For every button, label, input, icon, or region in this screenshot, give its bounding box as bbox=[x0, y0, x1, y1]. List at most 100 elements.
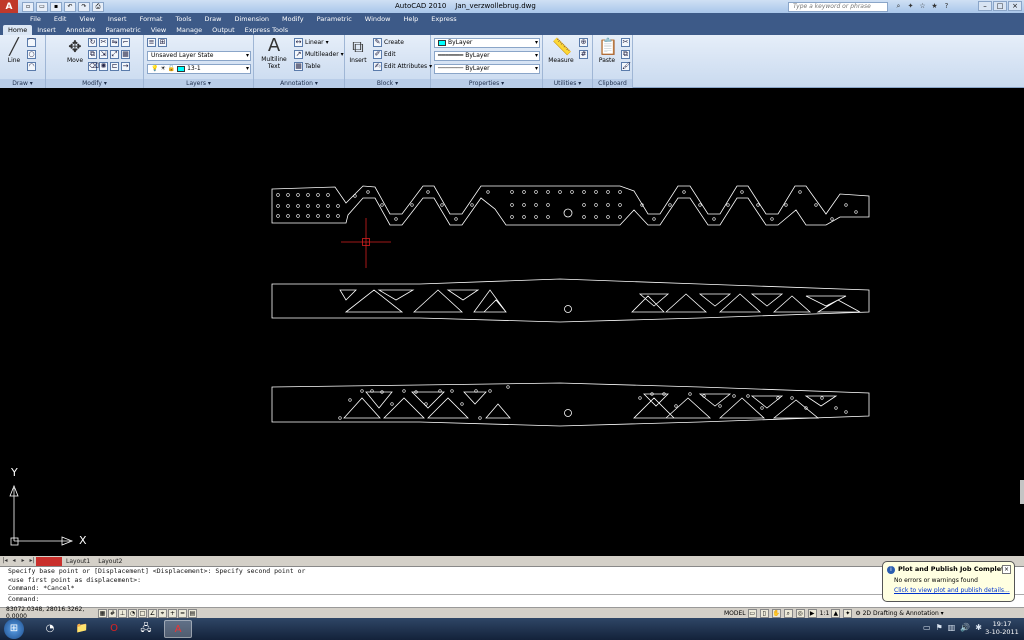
otrack-toggle-icon[interactable]: ∠ bbox=[148, 608, 157, 618]
polyline-button[interactable]: ⌒ bbox=[27, 38, 36, 47]
tab-model[interactable]: Model bbox=[36, 556, 63, 566]
minimize-button[interactable]: – bbox=[978, 1, 992, 11]
flag-icon[interactable]: ⚑ bbox=[936, 623, 943, 632]
search-icon[interactable]: ⌕ bbox=[894, 2, 903, 11]
extend-icon[interactable]: → bbox=[121, 62, 130, 71]
taskbar-app-icon[interactable]: ◔ bbox=[36, 620, 64, 638]
menu-modify[interactable]: Modify bbox=[282, 15, 304, 23]
dyn-toggle-icon[interactable]: + bbox=[168, 608, 177, 618]
redo-icon[interactable]: ↷ bbox=[78, 1, 90, 12]
tab-layout2[interactable]: Layout2 bbox=[94, 557, 126, 566]
volume-icon[interactable]: 🔊 bbox=[960, 623, 970, 632]
menu-parametric[interactable]: Parametric bbox=[317, 15, 352, 23]
scale-icon[interactable]: ⤢ bbox=[110, 50, 119, 59]
annotation-panel-title[interactable]: Annotation ▾ bbox=[254, 79, 344, 88]
menu-help[interactable]: Help bbox=[403, 15, 418, 23]
bluetooth-icon[interactable]: ✱ bbox=[975, 623, 982, 632]
showmotion-icon[interactable]: ▶ bbox=[807, 609, 817, 618]
rotate-icon[interactable]: ↻ bbox=[88, 38, 97, 47]
linear-dimension-button[interactable]: ↔ Linear ▾ bbox=[294, 38, 329, 47]
menu-insert[interactable]: Insert bbox=[108, 15, 127, 23]
new-icon[interactable]: ▫ bbox=[22, 1, 34, 12]
table-button[interactable]: ▦ Table bbox=[294, 62, 321, 71]
layers-panel-title[interactable]: Layers ▾ bbox=[144, 79, 253, 88]
network-icon[interactable]: ▥ bbox=[948, 623, 956, 632]
lineweight-dropdown[interactable]: ━━━━━━━ ByLayer ▾ bbox=[434, 51, 540, 61]
modify-panel-title[interactable]: Modify ▾ bbox=[46, 79, 143, 88]
subscription-icon[interactable]: ✦ bbox=[906, 2, 915, 11]
last-tab-icon[interactable]: ▸| bbox=[28, 557, 36, 565]
prev-tab-icon[interactable]: ◂ bbox=[10, 557, 18, 565]
annotation-visibility-icon[interactable]: ▲ bbox=[831, 609, 841, 618]
multileader-button[interactable]: ↗ Multileader ▾ bbox=[294, 50, 344, 59]
network-app-icon[interactable]: 🖧 bbox=[132, 620, 160, 638]
tab-output[interactable]: Output bbox=[207, 25, 240, 35]
autocad-taskbar-icon[interactable]: A bbox=[164, 620, 192, 638]
ortho-toggle-icon[interactable]: ⊥ bbox=[118, 608, 127, 618]
pan-icon[interactable]: ✋ bbox=[771, 609, 781, 618]
line-button[interactable]: ╱ Line bbox=[4, 38, 24, 65]
layer-state-dropdown[interactable]: Unsaved Layer State ▾ bbox=[147, 51, 251, 61]
copy-icon[interactable]: ⧉ bbox=[88, 50, 97, 59]
vertical-scrollbar[interactable] bbox=[1020, 480, 1024, 504]
utilities-panel-title[interactable]: Utilities ▾ bbox=[543, 79, 592, 88]
color-dropdown[interactable]: ByLayer ▾ bbox=[434, 38, 540, 48]
calculator-icon[interactable]: # bbox=[579, 50, 588, 59]
battery-icon[interactable]: ▭ bbox=[923, 623, 931, 632]
trim-icon[interactable]: ✂ bbox=[99, 38, 108, 47]
circle-button[interactable]: ○ bbox=[27, 50, 36, 59]
help-icon[interactable]: ? bbox=[942, 2, 951, 11]
menu-express[interactable]: Express bbox=[431, 15, 456, 23]
quick-view-layouts-icon[interactable]: ▭ bbox=[747, 609, 757, 618]
cut-icon[interactable]: ✂ bbox=[621, 38, 630, 47]
menu-window[interactable]: Window bbox=[365, 15, 391, 23]
save-icon[interactable]: ▪ bbox=[50, 1, 62, 12]
layer-properties-icon[interactable]: ≡ bbox=[147, 38, 156, 47]
quick-select-icon[interactable]: ⊕ bbox=[579, 38, 588, 47]
menu-draw[interactable]: Draw bbox=[205, 15, 222, 23]
tab-home[interactable]: Home bbox=[3, 25, 33, 35]
system-clock[interactable]: 19:17 3-10-2011 bbox=[984, 620, 1020, 636]
help-search-input[interactable]: Type a keyword or phrase bbox=[788, 2, 888, 12]
stretch-icon[interactable]: ⇲ bbox=[99, 50, 108, 59]
ducs-toggle-icon[interactable]: ⌖ bbox=[158, 608, 167, 618]
copy-clip-icon[interactable]: ⧉ bbox=[621, 50, 630, 59]
close-button[interactable]: × bbox=[1008, 1, 1022, 11]
tab-parametric[interactable]: Parametric bbox=[101, 25, 146, 35]
paste-button[interactable]: 📋 Paste bbox=[595, 38, 619, 65]
current-layer-dropdown[interactable]: 💡 ☀ 🔓 13-1 ▾ bbox=[147, 64, 251, 74]
insert-block-button[interactable]: ⧉ Insert bbox=[347, 38, 369, 65]
menu-view[interactable]: View bbox=[79, 15, 94, 23]
draw-panel-title[interactable]: Draw ▾ bbox=[0, 79, 45, 88]
tab-express-tools[interactable]: Express Tools bbox=[240, 25, 293, 35]
osnap-toggle-icon[interactable]: □ bbox=[138, 608, 147, 618]
offset-icon[interactable]: ⊏ bbox=[110, 62, 119, 71]
grid-toggle-icon[interactable]: # bbox=[108, 608, 117, 618]
block-panel-title[interactable]: Block ▾ bbox=[345, 79, 430, 88]
explode-icon[interactable]: ✺ bbox=[99, 62, 108, 71]
next-tab-icon[interactable]: ▸ bbox=[19, 557, 27, 565]
tab-layout1[interactable]: Layout1 bbox=[62, 557, 94, 566]
linetype-dropdown[interactable]: ─────── ByLayer ▾ bbox=[434, 64, 540, 74]
zoom-icon[interactable]: ⌕ bbox=[783, 609, 793, 618]
start-button[interactable]: ⊞ bbox=[4, 619, 24, 639]
qp-toggle-icon[interactable]: ▤ bbox=[188, 608, 197, 618]
lwt-toggle-icon[interactable]: ━ bbox=[178, 608, 187, 618]
tab-manage[interactable]: Manage bbox=[171, 25, 207, 35]
mirror-icon[interactable]: ⇋ bbox=[110, 38, 119, 47]
plot-icon[interactable]: ⎙ bbox=[92, 1, 104, 12]
erase-icon[interactable]: ⌫ bbox=[88, 62, 99, 71]
menu-dimension[interactable]: Dimension bbox=[234, 15, 269, 23]
fillet-icon[interactable]: ⌐ bbox=[121, 38, 130, 47]
edit-block-button[interactable]: ✐ Edit bbox=[373, 50, 396, 59]
close-notification-button[interactable]: × bbox=[1002, 565, 1011, 574]
menu-tools[interactable]: Tools bbox=[175, 15, 191, 23]
open-icon[interactable]: ▭ bbox=[36, 1, 48, 12]
menu-file[interactable]: File bbox=[30, 15, 41, 23]
favorites-icon[interactable]: ★ bbox=[930, 2, 939, 11]
first-tab-icon[interactable]: |◂ bbox=[1, 557, 9, 565]
tab-insert[interactable]: Insert bbox=[32, 25, 61, 35]
array-icon[interactable]: ▦ bbox=[121, 50, 130, 59]
properties-panel-title[interactable]: Properties ▾ bbox=[431, 79, 542, 88]
match-properties-icon[interactable]: 🖌 bbox=[621, 62, 631, 71]
